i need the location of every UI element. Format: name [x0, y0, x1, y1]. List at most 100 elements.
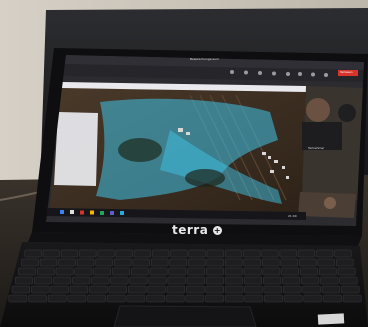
- keyboard-key: [170, 249, 188, 258]
- keyboard-key: [303, 294, 323, 303]
- keyboard-key: [147, 285, 166, 294]
- keyboard-key: [133, 249, 151, 258]
- taskbar-time: 21:00: [288, 214, 297, 218]
- keyboard-key: [113, 258, 132, 267]
- keyboard-key: [279, 249, 297, 258]
- keyboard-key: [31, 285, 50, 294]
- keyboard-key: [320, 276, 339, 285]
- keyboard-key: [316, 249, 334, 258]
- keyboard-key: [89, 285, 108, 294]
- keyboard-key: [11, 285, 31, 294]
- keyboard-key: [299, 258, 317, 267]
- keyboard-key: [317, 258, 335, 267]
- keyboard-key: [97, 249, 115, 258]
- keyboard-key: [224, 285, 244, 294]
- keyboard-key: [334, 249, 352, 258]
- self-view-head: [324, 197, 336, 209]
- keyboard-key: [205, 276, 224, 285]
- keyboard-key: [243, 249, 261, 258]
- keyboard-key: [112, 267, 130, 276]
- keyboard-key: [301, 276, 320, 285]
- brand-logo: terra +: [172, 223, 222, 237]
- sticker: [317, 313, 345, 325]
- keyboard-key: [149, 267, 168, 276]
- keyboard-key: [42, 249, 60, 258]
- keyboard-key: [39, 258, 58, 267]
- keyboard-key: [224, 276, 243, 285]
- keyboard-key: [146, 294, 165, 303]
- keyboard-key: [261, 249, 279, 258]
- keyboard-key: [21, 258, 39, 267]
- keyboard-key: [300, 267, 318, 276]
- keyboard-key: [244, 294, 264, 303]
- keyboard-key: [244, 276, 263, 285]
- keyboard-key: [87, 294, 106, 303]
- keyboard-key: [224, 258, 243, 267]
- keyboard-key: [244, 285, 263, 294]
- keyboard-key: [187, 258, 206, 267]
- keyboard-key: [36, 267, 55, 276]
- keyboard-key: [283, 285, 302, 294]
- keyboard-key: [55, 267, 74, 276]
- keyboard-key: [167, 276, 186, 285]
- keyboard-key: [165, 294, 185, 303]
- keyboard-key: [318, 267, 337, 276]
- keyboard-key: [91, 276, 110, 285]
- keyboard-key: [60, 249, 79, 258]
- keyboard-key: [115, 249, 133, 258]
- laptop-screen: [46, 55, 364, 226]
- keyboard-key: [95, 258, 113, 267]
- keyboard-key: [281, 267, 300, 276]
- participant-name: Teilnehmer: [308, 146, 325, 150]
- keyboard-key: [106, 294, 126, 303]
- keyboard-key: [297, 249, 315, 258]
- keyboard-key: [224, 294, 244, 303]
- participant-headphones: [338, 104, 356, 122]
- keyboard-key: [129, 276, 148, 285]
- keyboard-key: [263, 285, 282, 294]
- participant-head: [306, 98, 330, 122]
- forest-patch: [185, 169, 225, 187]
- keyboard-key: [126, 294, 146, 303]
- keyboard-key: [168, 267, 187, 276]
- keyboard-key: [150, 258, 169, 267]
- keyboard-key: [28, 294, 47, 303]
- keyboard-key: [148, 276, 167, 285]
- keyboard-key: [69, 285, 89, 294]
- map-side-panel: [54, 112, 98, 186]
- keyboard-key: [53, 276, 72, 285]
- keyboard-key: [264, 294, 283, 303]
- keyboard-key: [67, 294, 87, 303]
- keyboard-key: [337, 267, 356, 276]
- keyboard-key: [185, 294, 205, 303]
- touchpad: [113, 305, 257, 327]
- keyboard-key: [50, 285, 69, 294]
- keyboard-key: [186, 285, 205, 294]
- keyboard-key: [152, 249, 170, 258]
- keyboard-key: [187, 267, 206, 276]
- keyboard-key: [302, 285, 321, 294]
- keyboard-key: [205, 294, 224, 303]
- keyboard-key: [282, 276, 301, 285]
- keyboard-key: [108, 285, 127, 294]
- keyboard-key: [206, 249, 224, 258]
- keyboard-key: [8, 294, 28, 303]
- leave-button-label[interactable]: Verlassen: [340, 71, 353, 74]
- keyboard-key: [206, 267, 224, 276]
- keyboard-key: [74, 267, 93, 276]
- keyboard-key: [58, 258, 76, 267]
- keyboard-key: [341, 285, 360, 294]
- keyboard-key: [166, 285, 186, 294]
- keyboard-key: [224, 267, 243, 276]
- keyboard-key: [47, 294, 67, 303]
- keyboard-key: [72, 276, 91, 285]
- keyboard-key: [18, 267, 36, 276]
- keyboard-key: [93, 267, 112, 276]
- keyboard-key: [79, 249, 97, 258]
- keyboard-key: [224, 249, 243, 258]
- keyboard-key: [336, 258, 354, 267]
- keyboard-key: [206, 258, 224, 267]
- keyboard-key: [24, 249, 42, 258]
- forest-patch: [118, 138, 162, 162]
- keyboard-key: [186, 276, 205, 285]
